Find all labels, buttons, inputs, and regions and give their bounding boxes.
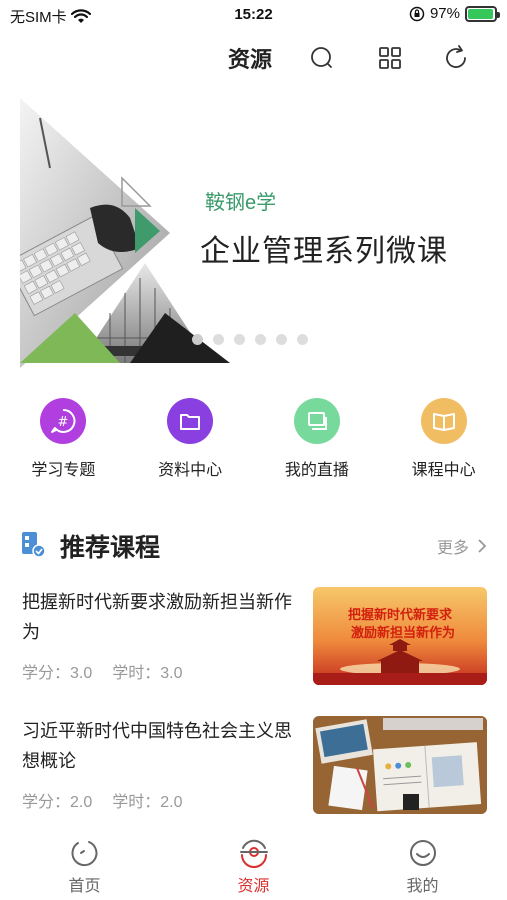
hours-value: 2.0 [160,794,183,811]
folder-icon [167,398,214,444]
battery-area: 97% [409,5,500,22]
refresh-icon[interactable] [442,44,470,72]
thumbnail-image: 把握新时代新要求 激励新担当新作为 [313,587,487,685]
section-title: 推荐课程 [60,534,161,562]
quick-menu-item-topics[interactable]: # 学习专题 [0,398,127,488]
course-thumbnail: 把握新时代新要求 激励新担当新作为 [313,587,487,685]
carousel-dot[interactable] [255,334,266,345]
course-credit: 学分：2.0 [22,788,92,812]
banner-carousel[interactable]: 鞍钢e学 企业管理系列微课 [20,98,490,368]
hours-label: 学时： [112,665,161,682]
course-hours: 学时：3.0 [112,659,182,683]
battery-icon [465,5,500,22]
tab-label: 我的 [406,878,439,895]
carousel-dot[interactable] [192,334,203,345]
profile-icon [409,840,436,866]
carousel-indicators [192,334,308,345]
quick-menu-label: 我的直播 [284,462,349,479]
course-meta: 学分：2.0 学时：2.0 [22,788,183,812]
quick-menu: # 学习专题 资料中心 我的直播 课程中心 [0,398,507,488]
course-title: 习近平新时代中国特色社会主义思想概论 [22,721,292,771]
credit-value: 3.0 [70,665,93,682]
thumbnail-image [313,716,487,814]
quick-menu-label: 学习专题 [31,462,96,479]
quick-menu-label: 课程中心 [411,462,476,479]
more-label: 更多 [436,540,469,557]
credit-value: 2.0 [70,794,93,811]
carousel-dot[interactable] [276,334,287,345]
svg-text:#: # [58,415,69,430]
page-title: 资源 [228,47,273,72]
battery-percent: 97% [429,5,460,22]
course-meta: 学分：3.0 学时：3.0 [22,659,183,683]
recommend-icon [22,532,46,558]
tab-resources[interactable]: 资源 [169,838,338,900]
course-credit: 学分：3.0 [22,659,92,683]
more-link[interactable]: 更多 [437,534,487,558]
course-thumbnail [313,716,487,814]
course-item[interactable]: 把握新时代新要求激励新担当新作为 学分：3.0 学时：3.0 把握新时代新要求 … [22,587,487,697]
course-title: 把握新时代新要求激励新担当新作为 [22,592,292,642]
hashtag-chat-icon: # [40,398,87,444]
resource-icon [239,839,268,868]
tab-bar: 首页 资源 我的 [0,838,507,900]
quick-menu-item-live[interactable]: 我的直播 [254,398,381,488]
chevron-right-icon [478,539,487,553]
quick-menu-item-courses[interactable]: 课程中心 [380,398,507,488]
status-bar: 无SIM卡 15:22 97% [0,0,507,30]
tab-label: 资源 [237,878,270,895]
thumb-text-line-1: 把握新时代新要求 [348,607,453,623]
credit-label: 学分： [22,665,71,682]
book-icon [420,398,467,444]
tab-profile[interactable]: 我的 [338,838,507,900]
quick-menu-item-materials[interactable]: 资料中心 [127,398,254,488]
course-hours: 学时：2.0 [112,788,182,812]
recommended-section-header: 推荐课程 更多 [22,528,487,564]
hours-label: 学时： [112,794,161,811]
search-icon[interactable] [308,44,336,72]
top-nav: 资源 [0,38,507,78]
quick-menu-label: 资料中心 [158,462,223,479]
tab-label: 首页 [68,878,101,895]
tab-home[interactable]: 首页 [0,838,169,900]
banner-subtitle: 鞍钢e学 [205,192,277,214]
carousel-dot[interactable] [234,334,245,345]
carousel-dot[interactable] [213,334,224,345]
live-screens-icon [293,398,340,444]
course-item[interactable]: 习近平新时代中国特色社会主义思想概论 学分：2.0 学时：2.0 [22,716,487,826]
credit-label: 学分： [22,794,71,811]
grid-icon[interactable] [376,44,404,72]
banner-title: 企业管理系列微课 [200,234,448,269]
orientation-lock-icon [409,6,425,21]
home-icon [70,841,97,867]
hours-value: 3.0 [160,665,183,682]
carousel-dot[interactable] [297,334,308,345]
banner-image [20,98,230,368]
thumb-text-line-2: 激励新担当新作为 [351,625,455,641]
